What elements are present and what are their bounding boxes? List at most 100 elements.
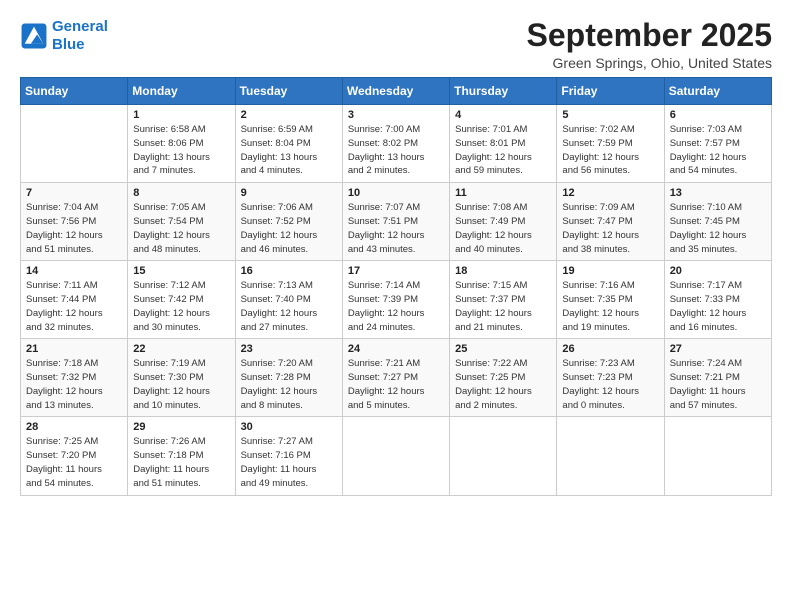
day-number: 4 [455, 109, 551, 121]
day-cell: 18 Sunrise: 7:15 AMSunset: 7:37 PMDayligh… [450, 261, 557, 339]
day-cell: 3Sunrise: 7:00 AMSunset: 8:02 PMDaylight… [342, 105, 449, 183]
day-info: Sunrise: 7:15 AMSunset: 7:37 PMDaylight:… [455, 279, 551, 334]
day-info: Sunrise: 7:14 AMSunset: 7:39 PMDaylight:… [348, 279, 444, 334]
calendar-title: September 2025 [527, 18, 772, 53]
weekday-header: Sunday [21, 78, 128, 105]
weekday-header: Thursday [450, 78, 557, 105]
day-cell [557, 417, 664, 495]
day-number: 1 [133, 109, 229, 121]
day-cell: 4 Sunrise: 7:01 AMSunset: 8:01 PMDaylight… [450, 105, 557, 183]
day-number: 16 [241, 265, 337, 277]
day-info: Sunrise: 7:23 AMSunset: 7:23 PMDaylight:… [562, 357, 658, 412]
day-number: 7 [26, 187, 122, 199]
weekday-header: Monday [128, 78, 235, 105]
day-info: Sunrise: 7:25 AMSunset: 7:20 PMDaylight:… [26, 435, 122, 490]
day-number: 26 [562, 343, 658, 355]
day-cell: 14 Sunrise: 7:11 AMSunset: 7:44 PMDayligh… [21, 261, 128, 339]
day-info: Sunrise: 7:03 AMSunset: 7:57 PMDaylight:… [670, 123, 766, 178]
day-cell: 24 Sunrise: 7:21 AMSunset: 7:27 PMDayligh… [342, 339, 449, 417]
day-cell: 25 Sunrise: 7:22 AMSunset: 7:25 PMDayligh… [450, 339, 557, 417]
day-number: 2 [241, 109, 337, 121]
day-cell: 7Sunrise: 7:04 AMSunset: 7:56 PMDaylight… [21, 183, 128, 261]
day-cell: 2 Sunrise: 6:59 AMSunset: 8:04 PMDaylight… [235, 105, 342, 183]
day-info: Sunrise: 7:12 AMSunset: 7:42 PMDaylight:… [133, 279, 229, 334]
day-cell: 23 Sunrise: 7:20 AMSunset: 7:28 PMDayligh… [235, 339, 342, 417]
day-number: 23 [241, 343, 337, 355]
logo-icon [20, 22, 48, 50]
day-cell [21, 105, 128, 183]
week-row: 28 Sunrise: 7:25 AMSunset: 7:20 PMDayligh… [21, 417, 772, 495]
logo-line1: General [52, 18, 108, 35]
logo: General Blue [20, 18, 108, 54]
day-number: 17 [348, 265, 444, 277]
day-info: Sunrise: 7:27 AMSunset: 7:16 PMDaylight:… [241, 435, 337, 490]
day-number: 10 [348, 187, 444, 199]
day-cell: 10 Sunrise: 7:07 AMSunset: 7:51 PMDayligh… [342, 183, 449, 261]
day-info: Sunrise: 7:01 AMSunset: 8:01 PMDaylight:… [455, 123, 551, 178]
day-number: 11 [455, 187, 551, 199]
day-number: 19 [562, 265, 658, 277]
day-info: Sunrise: 7:16 AMSunset: 7:35 PMDaylight:… [562, 279, 658, 334]
day-number: 18 [455, 265, 551, 277]
day-number: 29 [133, 421, 229, 433]
day-info: Sunrise: 7:10 AMSunset: 7:45 PMDaylight:… [670, 201, 766, 256]
logo-text: General Blue [52, 18, 108, 54]
day-number: 20 [670, 265, 766, 277]
weekday-row: SundayMondayTuesdayWednesdayThursdayFrid… [21, 78, 772, 105]
page: General Blue September 2025 Green Spring… [0, 0, 792, 612]
calendar-table: SundayMondayTuesdayWednesdayThursdayFrid… [20, 77, 772, 495]
day-cell: 17 Sunrise: 7:14 AMSunset: 7:39 PMDayligh… [342, 261, 449, 339]
day-cell: 1 Sunrise: 6:58 AMSunset: 8:06 PMDaylight… [128, 105, 235, 183]
day-info: Sunrise: 7:19 AMSunset: 7:30 PMDaylight:… [133, 357, 229, 412]
day-cell: 15 Sunrise: 7:12 AMSunset: 7:42 PMDayligh… [128, 261, 235, 339]
day-cell: 6Sunrise: 7:03 AMSunset: 7:57 PMDaylight… [664, 105, 771, 183]
day-info: Sunrise: 7:20 AMSunset: 7:28 PMDaylight:… [241, 357, 337, 412]
day-cell [450, 417, 557, 495]
week-row: 7Sunrise: 7:04 AMSunset: 7:56 PMDaylight… [21, 183, 772, 261]
day-info: Sunrise: 7:02 AMSunset: 7:59 PMDaylight:… [562, 123, 658, 178]
day-info: Sunrise: 7:17 AMSunset: 7:33 PMDaylight:… [670, 279, 766, 334]
day-number: 12 [562, 187, 658, 199]
title-block: September 2025 Green Springs, Ohio, Unit… [527, 18, 772, 71]
day-number: 21 [26, 343, 122, 355]
day-number: 8 [133, 187, 229, 199]
day-info: Sunrise: 7:26 AMSunset: 7:18 PMDaylight:… [133, 435, 229, 490]
day-number: 24 [348, 343, 444, 355]
day-number: 27 [670, 343, 766, 355]
calendar-subtitle: Green Springs, Ohio, United States [527, 55, 772, 71]
day-number: 25 [455, 343, 551, 355]
weekday-header: Wednesday [342, 78, 449, 105]
weekday-header: Friday [557, 78, 664, 105]
day-number: 15 [133, 265, 229, 277]
day-cell: 11 Sunrise: 7:08 AMSunset: 7:49 PMDayligh… [450, 183, 557, 261]
day-cell [342, 417, 449, 495]
week-row: 21Sunrise: 7:18 AMSunset: 7:32 PMDayligh… [21, 339, 772, 417]
day-info: Sunrise: 7:08 AMSunset: 7:49 PMDaylight:… [455, 201, 551, 256]
weekday-header: Saturday [664, 78, 771, 105]
day-cell: 29 Sunrise: 7:26 AMSunset: 7:18 PMDayligh… [128, 417, 235, 495]
day-number: 28 [26, 421, 122, 433]
day-cell: 19 Sunrise: 7:16 AMSunset: 7:35 PMDayligh… [557, 261, 664, 339]
header: General Blue September 2025 Green Spring… [20, 18, 772, 71]
day-info: Sunrise: 7:22 AMSunset: 7:25 PMDaylight:… [455, 357, 551, 412]
day-number: 14 [26, 265, 122, 277]
day-info: Sunrise: 6:59 AMSunset: 8:04 PMDaylight:… [241, 123, 337, 178]
day-info: Sunrise: 7:21 AMSunset: 7:27 PMDaylight:… [348, 357, 444, 412]
day-cell: 13Sunrise: 7:10 AMSunset: 7:45 PMDayligh… [664, 183, 771, 261]
day-number: 9 [241, 187, 337, 199]
day-cell: 26 Sunrise: 7:23 AMSunset: 7:23 PMDayligh… [557, 339, 664, 417]
day-info: Sunrise: 7:24 AMSunset: 7:21 PMDaylight:… [670, 357, 766, 412]
day-cell: 27 Sunrise: 7:24 AMSunset: 7:21 PMDayligh… [664, 339, 771, 417]
day-cell: 20 Sunrise: 7:17 AMSunset: 7:33 PMDayligh… [664, 261, 771, 339]
day-info: Sunrise: 7:07 AMSunset: 7:51 PMDaylight:… [348, 201, 444, 256]
day-info: Sunrise: 6:58 AMSunset: 8:06 PMDaylight:… [133, 123, 229, 178]
day-info: Sunrise: 7:06 AMSunset: 7:52 PMDaylight:… [241, 201, 337, 256]
week-row: 14 Sunrise: 7:11 AMSunset: 7:44 PMDayligh… [21, 261, 772, 339]
day-cell: 8 Sunrise: 7:05 AMSunset: 7:54 PMDaylight… [128, 183, 235, 261]
day-cell: 22Sunrise: 7:19 AMSunset: 7:30 PMDayligh… [128, 339, 235, 417]
day-info: Sunrise: 7:05 AMSunset: 7:54 PMDaylight:… [133, 201, 229, 256]
day-info: Sunrise: 7:11 AMSunset: 7:44 PMDaylight:… [26, 279, 122, 334]
calendar-body: 1 Sunrise: 6:58 AMSunset: 8:06 PMDaylight… [21, 105, 772, 495]
day-number: 5 [562, 109, 658, 121]
weekday-header: Tuesday [235, 78, 342, 105]
